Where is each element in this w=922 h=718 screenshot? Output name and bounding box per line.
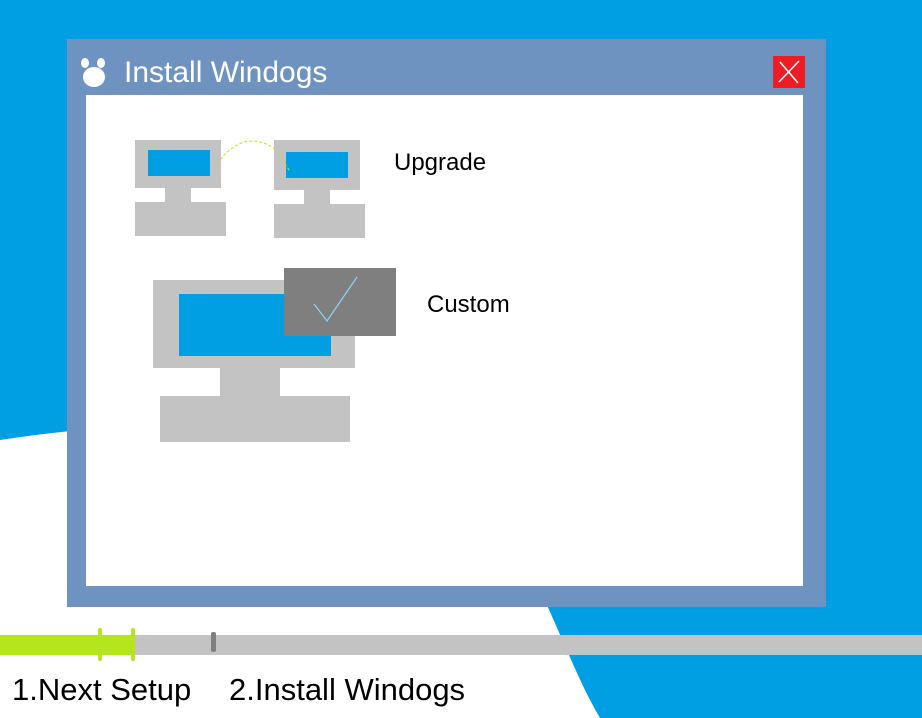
upgrade-option[interactable]: Upgrade xyxy=(132,138,502,242)
paw-logo-icon xyxy=(81,58,105,87)
custom-label: Custom xyxy=(427,291,510,318)
close-x-icon xyxy=(778,60,800,84)
installer-window: Install Windogs Upgrade Custom xyxy=(67,39,826,607)
selected-checkbox[interactable] xyxy=(284,268,396,336)
window-title: Install Windogs xyxy=(124,56,328,89)
setup-progress-bar xyxy=(0,635,922,655)
progress-marker-end xyxy=(131,628,135,661)
step-label-next-setup: 1.Next Setup xyxy=(12,672,192,707)
window-content: Upgrade Custom xyxy=(86,95,803,586)
upgrade-label: Upgrade xyxy=(394,149,487,176)
custom-option[interactable]: Custom xyxy=(146,268,526,443)
close-button[interactable] xyxy=(773,56,805,88)
progress-fill xyxy=(0,635,134,655)
step-divider xyxy=(211,632,216,652)
desktop: Install Windogs Upgrade Custom 1.Next Se… xyxy=(0,0,922,718)
step-label-install-windogs: 2.Install Windogs xyxy=(229,672,466,707)
checkmark-icon xyxy=(313,276,358,323)
two-computers-upgrade-icon xyxy=(135,140,365,238)
progress-marker-start xyxy=(98,628,102,661)
